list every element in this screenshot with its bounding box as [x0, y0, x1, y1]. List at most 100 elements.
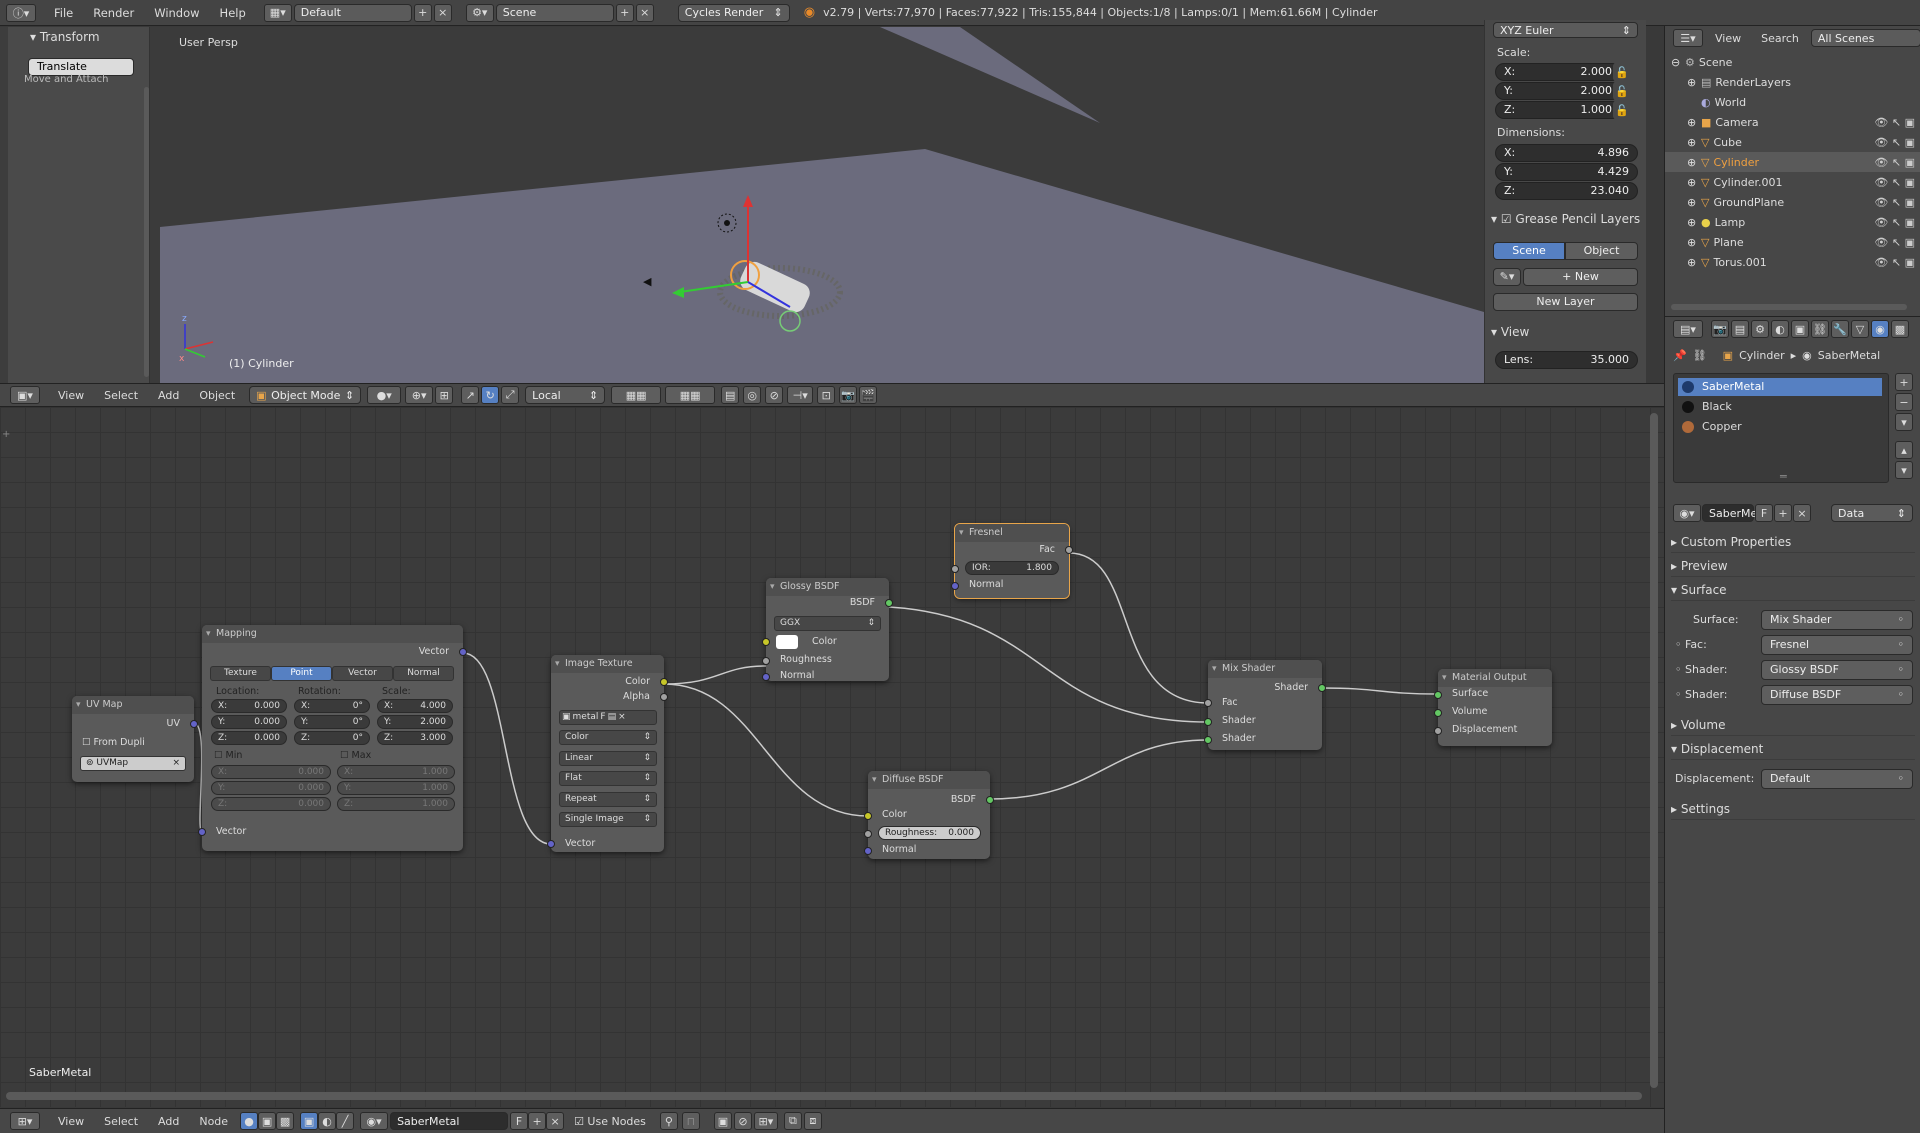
menu-view[interactable]: View [48, 1115, 94, 1128]
input-socket[interactable] [1204, 718, 1212, 726]
max-z[interactable]: Z: 1.000 [337, 797, 455, 811]
expand-icon[interactable]: ⊕ [1687, 136, 1697, 149]
new-material-icon[interactable]: + [1774, 504, 1792, 522]
compositing-nodes-icon[interactable]: ▣ [258, 1112, 277, 1130]
source-select[interactable]: Single Image ⇕ [559, 812, 657, 827]
add-slot-icon[interactable]: + [1895, 373, 1913, 391]
add-scene-icon[interactable]: + [615, 3, 634, 22]
scale-manipulator-icon[interactable]: ⤢ [501, 386, 520, 404]
menu-object[interactable]: Object [189, 389, 245, 402]
surface-section[interactable]: ▾ Surface [1671, 579, 1915, 601]
node-diffuse-bsdf[interactable]: Diffuse BSDF BSDF Color Roughness:0.000 … [864, 771, 994, 859]
copy-nodes-icon[interactable]: ⧉ [783, 1112, 802, 1130]
input-socket[interactable] [547, 840, 555, 848]
visibility-icons[interactable]: 👁 ↖ ▣ [1874, 176, 1915, 189]
expand-icon[interactable]: ⊕ [1687, 116, 1697, 129]
displacement-select[interactable]: Default ◦ [1761, 769, 1913, 789]
node-mix-shader[interactable]: Mix Shader Shader Fac Shader Shader [1204, 660, 1326, 750]
proportional-edit-icon[interactable]: ◎ [743, 386, 762, 404]
visibility-icons[interactable]: 👁 ↖ ▣ [1874, 196, 1915, 209]
outliner-row[interactable]: ⊕ ▤ RenderLayers [1665, 72, 1920, 92]
scene-tab-icon[interactable]: ⚙ [1751, 320, 1769, 338]
node-title[interactable]: Mapping [202, 625, 463, 643]
lock-icon[interactable]: 🔓 [1613, 63, 1631, 81]
scale-y[interactable]: Y: 2.000 [377, 715, 453, 729]
new-grease-button[interactable]: + New [1523, 268, 1638, 286]
location-x[interactable]: X: 0.000 [211, 699, 287, 713]
expand-icon[interactable]: ⊕ [1687, 236, 1697, 249]
node-mapping[interactable]: Mapping Vector Texture Point Vector Norm… [198, 625, 467, 851]
move-down-icon[interactable]: ▾ [1895, 461, 1913, 479]
material-slots-list[interactable]: SaberMetal Black Copper ═ [1673, 373, 1889, 483]
list-resize-handle[interactable]: ═ [1780, 470, 1787, 483]
material-browse-icon[interactable]: ◉▾ [1673, 504, 1701, 522]
remove-layout-icon[interactable]: × [433, 3, 452, 22]
rotation-z[interactable]: Z: 0° [294, 731, 370, 745]
material-slot-selected[interactable]: SaberMetal [1678, 378, 1882, 396]
expand-icon[interactable]: ⊕ [1687, 216, 1697, 229]
mapping-tab-texture[interactable]: Texture [210, 666, 271, 681]
projection-select[interactable]: Flat ⇕ [559, 771, 657, 786]
menu-add[interactable]: Add [148, 1115, 189, 1128]
pin-icon[interactable]: 📌 [1673, 349, 1687, 362]
new-layer-button[interactable]: New Layer [1493, 293, 1638, 311]
parent-node-icon[interactable]: ⊓ [681, 1112, 700, 1130]
node-image-texture[interactable]: Image Texture Color Alpha ▣metalF▤× Colo… [547, 655, 668, 852]
scale-y-field[interactable]: Y: 2.000 [1495, 82, 1621, 100]
menu-view[interactable]: View [1705, 32, 1751, 45]
node-title[interactable]: Diffuse BSDF [868, 771, 990, 789]
render-tab-icon[interactable]: 📷 [1711, 320, 1729, 338]
grease-scene-tab[interactable]: Scene [1493, 242, 1565, 260]
roughness-field[interactable]: Roughness: 0.000 [878, 826, 981, 840]
expand-icon[interactable]: ⊖ [1671, 56, 1681, 69]
remove-slot-icon[interactable]: − [1895, 393, 1913, 411]
settings-section[interactable]: ▸ Settings [1671, 798, 1915, 820]
menu-window[interactable]: Window [144, 6, 209, 20]
rotate-manipulator-icon[interactable]: ↻ [481, 386, 500, 404]
use-nodes-checkbox[interactable]: ☑ Use Nodes [574, 1115, 646, 1128]
image-selector[interactable]: ▣ metal F ▤ × [559, 710, 657, 725]
input-socket[interactable] [1434, 709, 1442, 717]
menu-add[interactable]: Add [148, 389, 189, 402]
location-z[interactable]: Z: 0.000 [211, 731, 287, 745]
visibility-icons[interactable]: 👁 ↖ ▣ [1874, 256, 1915, 269]
unlink-material-icon[interactable]: × [546, 1112, 565, 1130]
tool-shelf-scrollbar[interactable] [144, 87, 149, 377]
grease-pencil-panel-title[interactable]: ▾ ☑ Grease Pencil Layers [1491, 212, 1640, 226]
visibility-icons[interactable]: 👁 ↖ ▣ [1874, 236, 1915, 249]
unlink-material-icon[interactable]: × [1793, 504, 1811, 522]
node-title[interactable]: Image Texture [551, 655, 664, 673]
mapping-tab-normal[interactable]: Normal [393, 666, 454, 681]
visibility-icons[interactable]: 👁 ↖ ▣ [1874, 116, 1915, 129]
node-title[interactable]: Glossy BSDF [766, 578, 889, 596]
editor-type-icon[interactable]: ⊞▾ [10, 1112, 40, 1130]
data-tab-icon[interactable]: ▽ [1851, 320, 1869, 338]
pivot-icon[interactable]: ⊕▾ [405, 386, 434, 404]
expand-icon[interactable]: ⊕ [1687, 76, 1697, 89]
outliner-row[interactable]: ⊕ ▽ Plane 👁 ↖ ▣ [1665, 232, 1920, 252]
outliner-row[interactable]: ⊕ ▽ Torus.001 👁 ↖ ▣ [1665, 252, 1920, 272]
input-socket[interactable] [1204, 699, 1212, 707]
layers-grid-icon[interactable]: ▦▦ [665, 386, 716, 404]
dimension-z-field[interactable]: Z: 23.040 [1495, 182, 1638, 200]
object-tab-icon[interactable]: ▣ [1791, 320, 1809, 338]
render-image-icon[interactable]: 📷 [839, 386, 858, 404]
min-x[interactable]: X: 0.000 [211, 765, 331, 779]
add-layout-icon[interactable]: + [413, 3, 432, 22]
outliner-row[interactable]: ⊕ ▽ Cylinder.001 👁 ↖ ▣ [1665, 172, 1920, 192]
screen-layout-icon[interactable]: ▦▾ [263, 3, 292, 22]
fake-user-button[interactable]: F [510, 1112, 529, 1130]
outliner-row[interactable]: ◐ World [1665, 92, 1920, 112]
menu-render[interactable]: Render [83, 6, 144, 20]
scale-x[interactable]: X: 4.000 [377, 699, 453, 713]
input-socket[interactable] [864, 847, 872, 855]
input-socket[interactable] [1434, 691, 1442, 699]
output-socket[interactable] [885, 599, 893, 607]
world-shader-icon[interactable]: ◐ [318, 1112, 337, 1130]
editor-type-icon[interactable]: ▣▾ [10, 386, 40, 404]
dimension-x-field[interactable]: X: 4.896 [1495, 144, 1638, 162]
shelf-tabs[interactable] [0, 27, 8, 383]
vertical-scrollbar[interactable] [1650, 413, 1658, 1088]
input-socket[interactable] [762, 673, 770, 681]
node-uv-map[interactable]: UV Map UV ☐ From Dupli ⊚ UVMap × [72, 696, 198, 782]
